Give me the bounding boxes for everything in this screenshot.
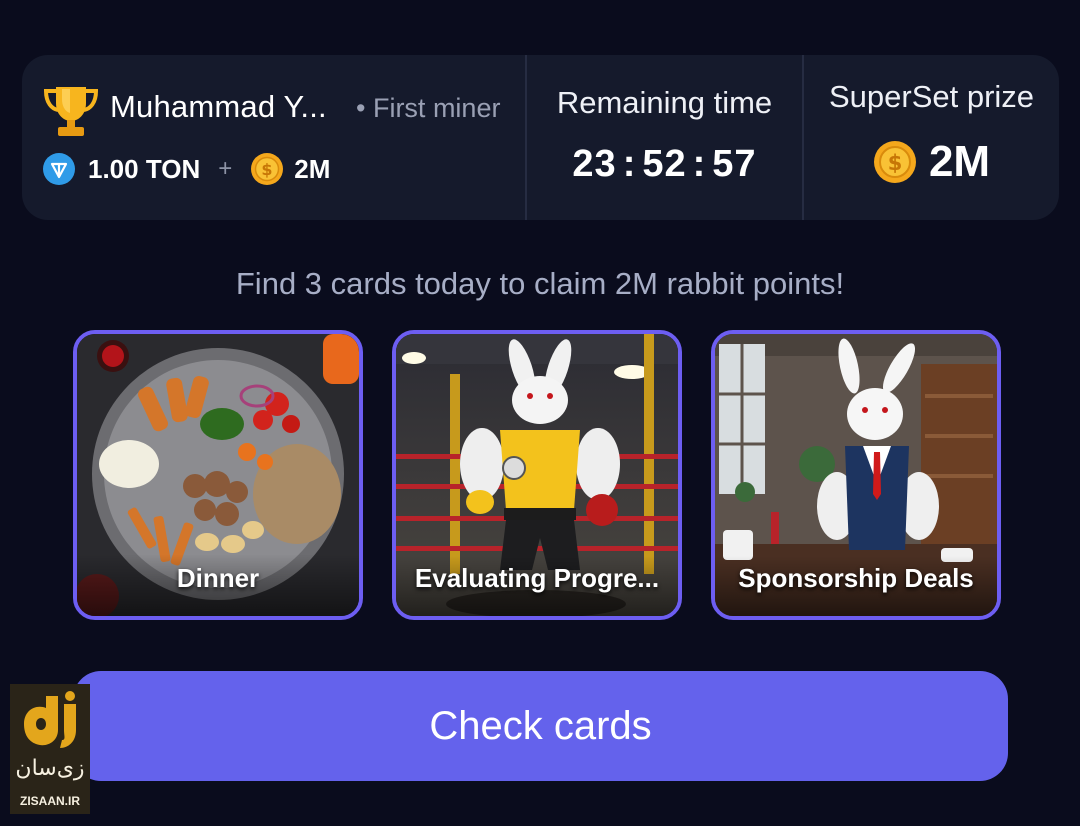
ton-icon <box>43 153 75 185</box>
trophy-icon <box>43 87 99 136</box>
card-title: Dinner <box>176 563 260 593</box>
card-dinner[interactable]: Dinner <box>73 330 363 620</box>
card-evaluating-progress[interactable]: Evaluating Progre... <box>392 330 682 620</box>
card-title: Evaluating Progre... <box>414 563 660 593</box>
countdown-separator: : <box>692 143 707 185</box>
instruction-text: Find 3 cards today to claim 2M rabbit po… <box>235 266 845 301</box>
svg-text:$: $ <box>262 160 273 179</box>
coin-icon: $ <box>251 153 284 185</box>
stats-panel: Muhammad Y... • First miner 1.00 TON + $… <box>22 55 1059 220</box>
prize-amount: 2M <box>928 137 991 186</box>
remaining-time-section: Remaining time 23:52:57 <box>525 55 802 220</box>
countdown-timer: 23:52:57 <box>527 143 802 186</box>
watermark-script: زی‌سان <box>15 756 85 781</box>
card-title: Sponsorship Deals <box>738 563 974 593</box>
prize-row: $ 2M <box>804 137 1059 187</box>
winner-name: Muhammad Y... <box>110 89 327 124</box>
reward-row: 1.00 TON + $ 2M <box>42 151 330 187</box>
winner-section: Muhammad Y... • First miner 1.00 TON + $… <box>22 55 525 220</box>
countdown-minutes: 52 <box>642 143 687 185</box>
check-cards-button[interactable]: Check cards <box>73 671 1008 781</box>
svg-text:$: $ <box>888 151 903 175</box>
ton-amount: 1.00 TON <box>88 153 201 184</box>
zisaan-logo-icon <box>24 691 76 748</box>
prize-section: SuperSet prize $ 2M <box>802 55 1059 220</box>
countdown-seconds: 57 <box>712 143 757 185</box>
prize-label: SuperSet prize <box>828 79 1035 114</box>
countdown-separator: : <box>622 143 637 185</box>
coin-icon: $ <box>873 141 916 183</box>
watermark-logo: زی‌سان ZISAAN.IR <box>10 684 90 814</box>
plus-sign: + <box>218 155 233 182</box>
winner-rank: • First miner <box>356 93 501 123</box>
countdown-hours: 23 <box>572 143 617 185</box>
card-sponsorship-deals[interactable]: Sponsorship Deals <box>711 330 1001 620</box>
remaining-time-label: Remaining time <box>556 85 773 120</box>
watermark-text: ZISAAN.IR <box>20 794 80 808</box>
coin-amount: 2M <box>294 153 331 184</box>
